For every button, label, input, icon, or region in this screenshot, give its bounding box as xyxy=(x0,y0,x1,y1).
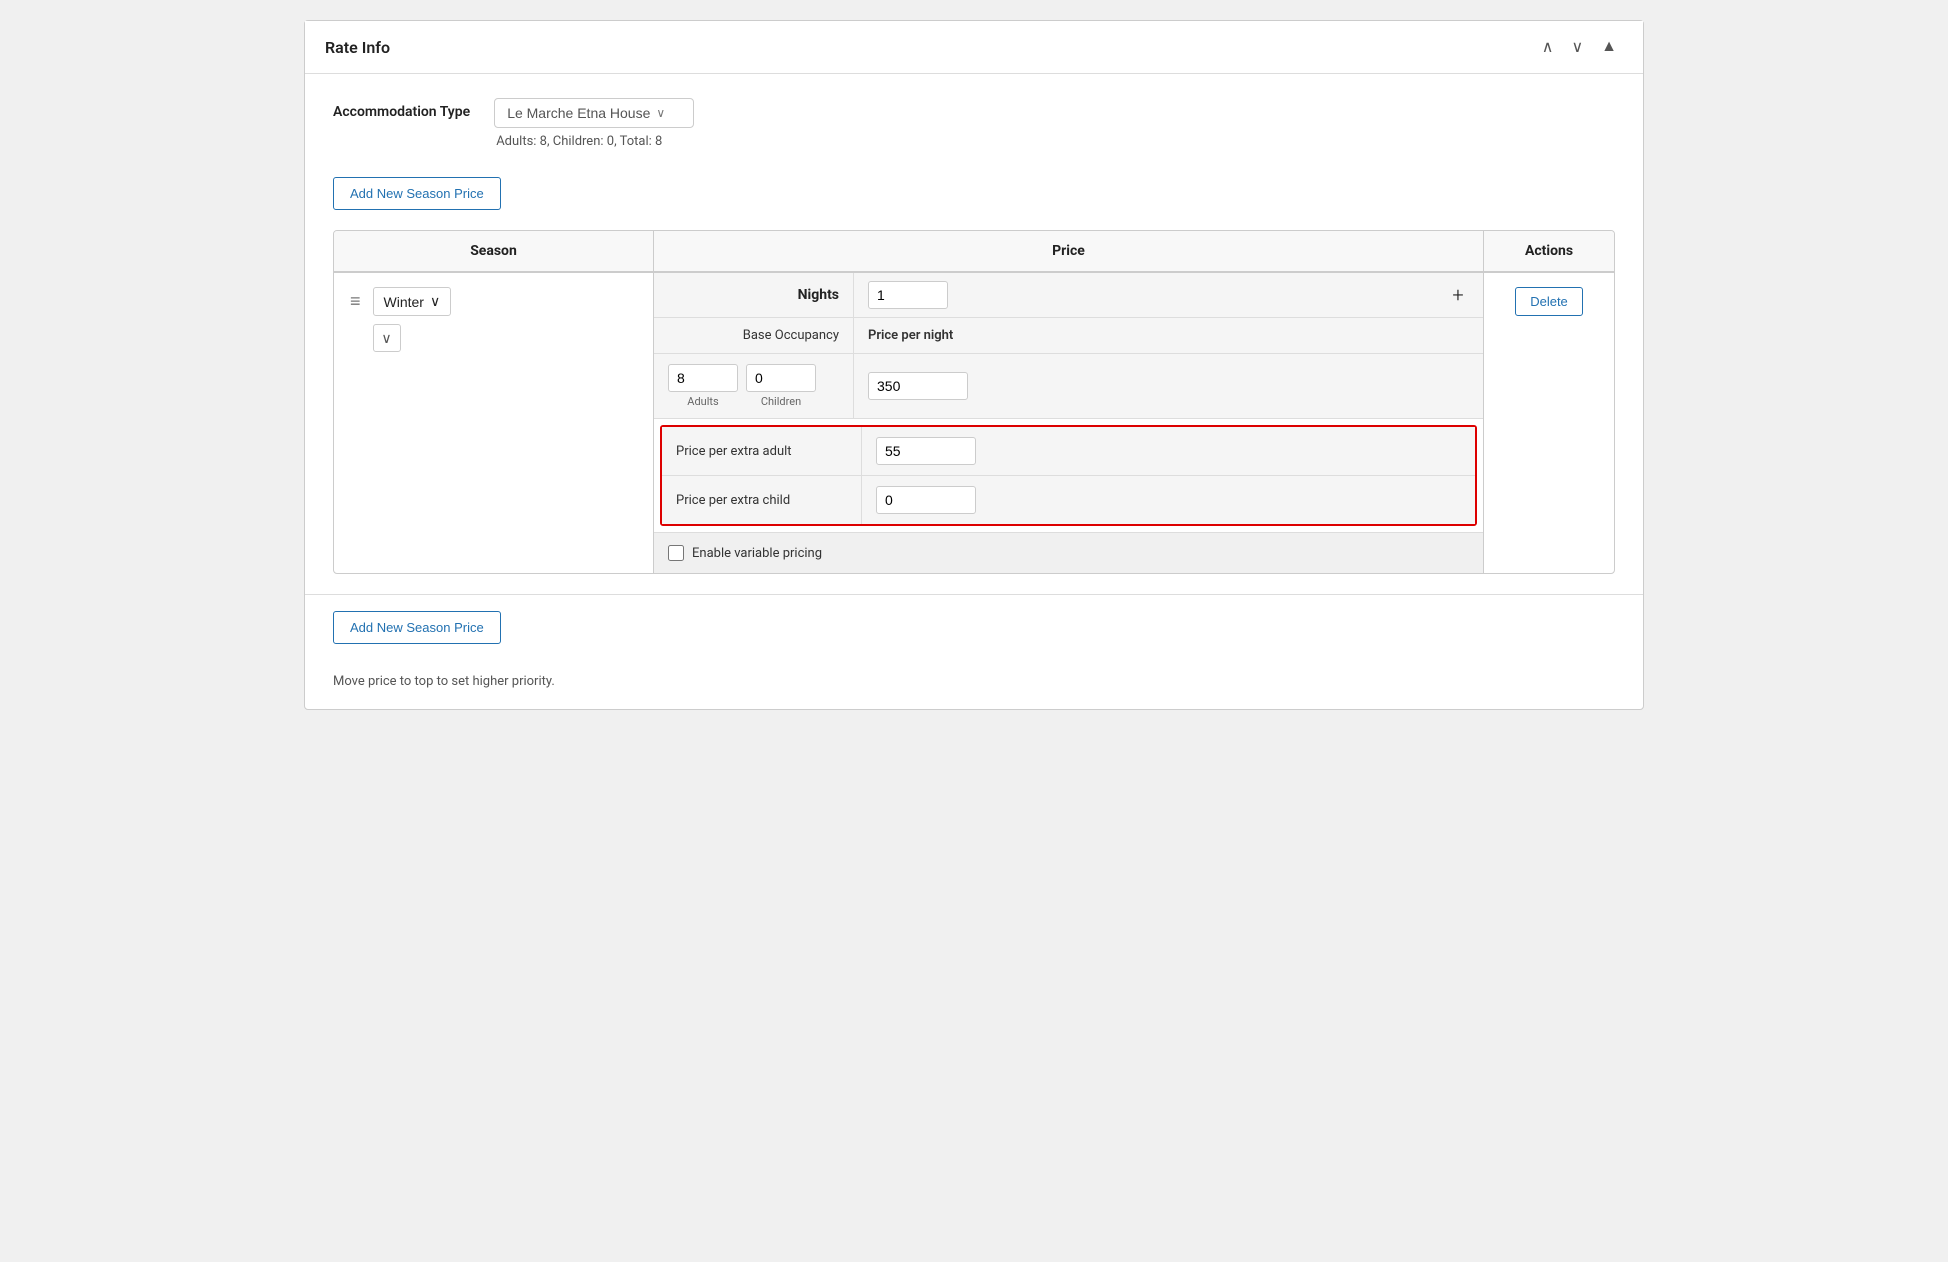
nights-label: Nights xyxy=(654,273,854,317)
accommodation-row: Accommodation Type Le Marche Etna House … xyxy=(333,98,1615,149)
footer-hint: Move price to top to set higher priority… xyxy=(333,674,1615,689)
nights-input-cell xyxy=(854,273,1433,317)
price-per-night-cell xyxy=(854,354,1483,418)
base-occupancy-row: Base Occupancy Price per night xyxy=(654,318,1483,354)
accommodation-label: Accommodation Type xyxy=(333,98,470,120)
expand-panel-button[interactable]: ▲ xyxy=(1595,36,1623,58)
occupancy-inputs-left: Adults Children xyxy=(654,354,854,418)
actions-column-header: Actions xyxy=(1484,231,1614,271)
occupancy-inputs-row: Adults Children xyxy=(654,354,1483,419)
base-occupancy-label: Base Occupancy xyxy=(654,318,854,353)
price-column-header: Price xyxy=(654,231,1484,271)
table-header: Season Price Actions xyxy=(334,231,1614,272)
actions-cell: Delete xyxy=(1484,273,1614,573)
nights-row: Nights + xyxy=(654,273,1483,318)
collapse-down-button[interactable]: ∨ xyxy=(1565,35,1589,59)
season-dropdown[interactable]: Winter ∨ xyxy=(373,287,452,316)
variable-pricing-checkbox[interactable] xyxy=(668,545,684,561)
variable-pricing-label[interactable]: Enable variable pricing xyxy=(692,546,822,561)
extra-adult-input-cell xyxy=(862,427,1475,475)
table-row: ≡ Winter ∨ ∨ xyxy=(334,272,1614,573)
season-column-header: Season xyxy=(334,231,654,271)
expand-icon: ∨ xyxy=(381,330,391,347)
bottom-section: Add New Season Price Move price to top t… xyxy=(305,594,1643,709)
extra-adult-label: Price per extra adult xyxy=(662,427,862,475)
extra-adult-input[interactable] xyxy=(876,437,976,465)
season-dropdown-value: Winter xyxy=(384,294,424,310)
extra-child-input-cell xyxy=(862,476,1475,524)
season-table: Season Price Actions ≡ Winter ∨ ∨ xyxy=(333,230,1615,574)
variable-pricing-row: Enable variable pricing xyxy=(654,532,1483,573)
extra-pricing-section: Price per extra adult Price per extra ch… xyxy=(660,425,1477,526)
drag-handle-icon[interactable]: ≡ xyxy=(350,291,361,312)
add-season-price-button-bottom[interactable]: Add New Season Price xyxy=(333,611,501,644)
add-nights-button[interactable]: + xyxy=(1433,273,1483,317)
adults-label: Adults xyxy=(687,395,718,408)
add-season-price-button-top[interactable]: Add New Season Price xyxy=(333,177,501,210)
nights-input[interactable] xyxy=(868,281,948,309)
header-controls: ∧ ∨ ▲ xyxy=(1536,35,1623,59)
accommodation-dropdown-wrapper: Le Marche Etna House ∨ Adults: 8, Childr… xyxy=(494,98,694,149)
extra-adult-row: Price per extra adult xyxy=(662,427,1475,476)
season-controls: Winter ∨ ∨ xyxy=(373,287,452,352)
season-cell: ≡ Winter ∨ ∨ xyxy=(334,273,654,573)
panel-title: Rate Info xyxy=(325,38,390,57)
children-input-group: Children xyxy=(746,364,816,408)
accommodation-sub-text: Adults: 8, Children: 0, Total: 8 xyxy=(494,134,694,149)
price-cell: Nights + Base Occupancy Price per night xyxy=(654,273,1484,573)
adults-input[interactable] xyxy=(668,364,738,392)
expand-row-button[interactable]: ∨ xyxy=(373,324,401,352)
accommodation-dropdown[interactable]: Le Marche Etna House ∨ xyxy=(494,98,694,128)
price-per-night-input[interactable] xyxy=(868,372,968,400)
accommodation-dropdown-value: Le Marche Etna House xyxy=(507,105,650,121)
extra-child-row: Price per extra child xyxy=(662,476,1475,524)
extra-child-label: Price per extra child xyxy=(662,476,862,524)
extra-child-input[interactable] xyxy=(876,486,976,514)
delete-button[interactable]: Delete xyxy=(1515,287,1583,316)
children-input[interactable] xyxy=(746,364,816,392)
collapse-up-button[interactable]: ∧ xyxy=(1536,35,1560,59)
chevron-down-icon: ∨ xyxy=(656,106,665,120)
rate-info-panel: Rate Info ∧ ∨ ▲ Accommodation Type Le Ma… xyxy=(304,20,1644,710)
children-label: Children xyxy=(761,395,801,408)
adults-input-group: Adults xyxy=(668,364,738,408)
main-content: Accommodation Type Le Marche Etna House … xyxy=(305,74,1643,594)
price-inner: Nights + Base Occupancy Price per night xyxy=(654,273,1483,573)
variable-pricing-cell: Enable variable pricing xyxy=(654,533,1483,573)
panel-header: Rate Info ∧ ∨ ▲ xyxy=(305,21,1643,74)
season-chevron-icon: ∨ xyxy=(430,293,440,310)
price-per-night-label: Price per night xyxy=(854,318,1483,353)
